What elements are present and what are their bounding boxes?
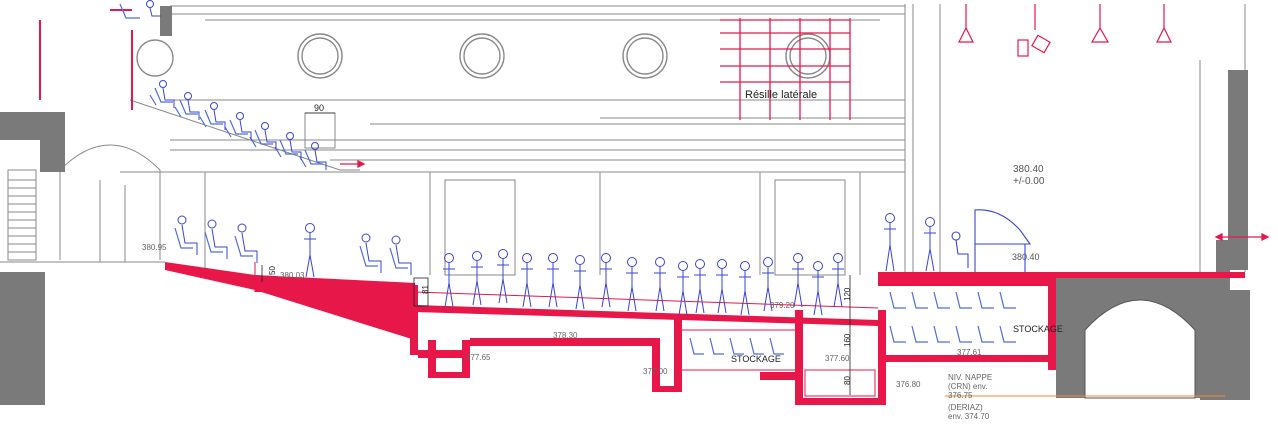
building-structure xyxy=(0,4,1246,276)
dim-50: 50 xyxy=(268,266,277,275)
elev-378-30: 378.30 xyxy=(553,331,578,340)
lower-seats xyxy=(174,227,408,269)
balcony-seats xyxy=(119,3,323,168)
elev-377-65: 377.65 xyxy=(466,353,491,362)
crn-label: (CRN) env. xyxy=(948,382,987,391)
stage-level-ref-label: +/-0.00 xyxy=(1013,176,1045,187)
dim-160: 160 xyxy=(843,333,852,347)
elev-377-61: 377.61 xyxy=(957,348,982,357)
grand-piano xyxy=(951,209,1032,272)
stage-level-label: 380.40 xyxy=(1013,164,1044,175)
left-stairs xyxy=(7,169,37,261)
tunnel-arch xyxy=(1084,299,1196,399)
deriaz-label: (DERIAZ) xyxy=(948,403,983,412)
elev-380-95: 380.95 xyxy=(142,243,167,252)
balcony-red-wall xyxy=(39,9,133,110)
stockage-right-label: STOCKAGE xyxy=(1013,324,1063,334)
storage-seats-left xyxy=(689,337,784,355)
stage-lights xyxy=(958,4,1172,57)
elev-377-00: 377.00 xyxy=(643,367,668,376)
dim-80: 80 xyxy=(843,376,852,385)
storage-seats-right xyxy=(889,291,1016,343)
dim-81: 81 xyxy=(421,285,430,294)
stage-right-level-label: 380.40 xyxy=(1012,252,1040,262)
dim-90: 90 xyxy=(314,103,324,113)
resille-grid xyxy=(720,18,851,120)
red-arrows xyxy=(340,159,1270,242)
dim-120: 120 xyxy=(843,287,852,301)
balcony-audience xyxy=(146,0,327,170)
crn-value-label: 376.75 xyxy=(948,391,973,400)
elev-379-20: 379.20 xyxy=(770,301,795,310)
deriaz-value-label: env. 374.70 xyxy=(948,412,990,421)
resille-label: Résille latérale xyxy=(745,89,817,101)
stockage-left-label: STOCKAGE xyxy=(731,354,781,364)
elev-380-03: 380.03 xyxy=(280,271,305,280)
niv-nappe-label: NIV. NAPPE xyxy=(948,373,992,382)
oculus-windows xyxy=(136,33,831,79)
elev-376-80: 376.80 xyxy=(896,380,921,389)
theatre-section-drawing: Résille latérale 380.40 +/-0.00 380.40 S… xyxy=(0,0,1270,421)
elev-377-60: 377.60 xyxy=(825,354,850,363)
